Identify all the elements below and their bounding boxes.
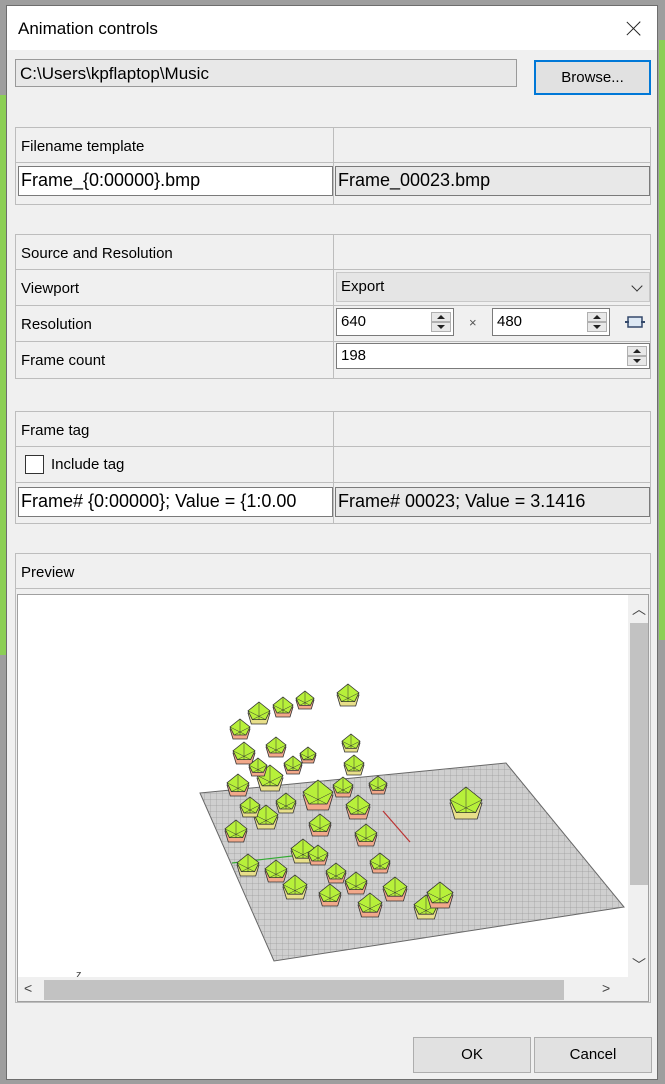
horizontal-scrollbar[interactable]: < > [18, 977, 648, 1001]
resolution-label: Resolution [21, 316, 92, 333]
viewport-select[interactable]: Export [336, 272, 650, 302]
scroll-up-icon[interactable]: ︿ [632, 599, 646, 619]
polyhedron-shape [283, 755, 303, 775]
dialog-title: Animation controls [18, 19, 158, 38]
cancel-button[interactable]: Cancel [534, 1037, 652, 1073]
vertical-scrollbar[interactable]: ︿ ﹀ [628, 595, 648, 979]
preview-viewport[interactable]: z ︿ ﹀ < > [17, 594, 649, 1002]
polyhedron-shape [341, 733, 361, 753]
include-tag-label: Include tag [51, 456, 125, 473]
background-app-strip-right [659, 40, 665, 640]
horizontal-scroll-thumb[interactable] [44, 980, 564, 1000]
filename-template-input[interactable]: Frame_{0:00000}.bmp [18, 166, 333, 196]
filename-preview-field: Frame_00023.bmp [335, 166, 650, 196]
frame-count-stepper[interactable]: 198 [336, 343, 650, 369]
viewport-value: Export [341, 278, 385, 295]
animation-controls-dialog: Animation controls C:\Users\kpflaptop\Mu… [6, 5, 658, 1080]
width-decrement-button[interactable] [431, 322, 451, 332]
polyhedron-shape [247, 701, 271, 725]
scroll-right-icon[interactable]: > [602, 980, 610, 996]
resolution-height-value: 480 [497, 313, 523, 330]
viewport-size-icon[interactable] [625, 315, 645, 329]
times-sign: × [469, 315, 477, 330]
viewport-label: Viewport [21, 280, 80, 297]
resolution-row: Resolution 640 × 480 [16, 306, 650, 342]
chevron-down-icon [631, 280, 643, 292]
polyhedron-shape [299, 746, 317, 764]
frame-tag-preview-field: Frame# 00023; Value = 3.1416 [335, 487, 650, 517]
frame-count-row: Frame count 198 [16, 342, 650, 378]
folder-path-field[interactable]: C:\Users\kpflaptop\Music [15, 59, 517, 87]
resolution-width-value: 640 [341, 313, 367, 330]
polyhedron-shape [226, 773, 250, 797]
filename-template-group: Filename template Frame_{0:00000}.bmp Fr… [15, 127, 651, 205]
resolution-height-stepper[interactable]: 480 [492, 308, 610, 336]
preview-header: Preview [16, 554, 650, 589]
close-icon[interactable] [617, 12, 651, 44]
include-tag-checkbox[interactable] [25, 455, 44, 474]
ok-button[interactable]: OK [413, 1037, 531, 1073]
polyhedron-shape [265, 736, 287, 758]
frame-tag-header: Frame tag [16, 412, 650, 447]
include-tag-row: Include tag [16, 447, 650, 483]
frame-count-decrement-button[interactable] [627, 356, 647, 366]
frame-tag-template-input[interactable]: Frame# {0:00000}; Value = {1:0.00 [18, 487, 333, 517]
frame-count-value: 198 [341, 347, 367, 364]
frame-count-increment-button[interactable] [627, 346, 647, 356]
polyhedron-shape [343, 754, 365, 776]
scroll-down-icon[interactable]: ﹀ [632, 955, 646, 975]
polyhedron-shape [295, 690, 315, 710]
width-increment-button[interactable] [431, 312, 451, 322]
source-resolution-header: Source and Resolution [16, 235, 650, 270]
frame-tag-group: Frame tag Include tag Frame# {0:00000}; … [15, 411, 651, 524]
scroll-corner [628, 977, 648, 1001]
polyhedron-shape [232, 741, 256, 765]
polyhedron-shape [336, 683, 360, 707]
frame-count-label: Frame count [21, 352, 106, 369]
preview-render: z [76, 683, 625, 979]
filename-template-header: Filename template [16, 128, 650, 163]
viewport-row: Viewport Export [16, 270, 650, 306]
height-decrement-button[interactable] [587, 322, 607, 332]
scroll-left-icon[interactable]: < [24, 980, 32, 996]
title-bar: Animation controls [7, 6, 657, 50]
browse-button[interactable]: Browse... [534, 60, 651, 95]
source-resolution-group: Source and Resolution Viewport Export Re… [15, 234, 651, 379]
height-increment-button[interactable] [587, 312, 607, 322]
polyhedron-shape [272, 696, 294, 718]
polyhedron-shape [229, 718, 251, 740]
vertical-scroll-thumb[interactable] [630, 623, 648, 885]
resolution-width-stepper[interactable]: 640 [336, 308, 454, 336]
